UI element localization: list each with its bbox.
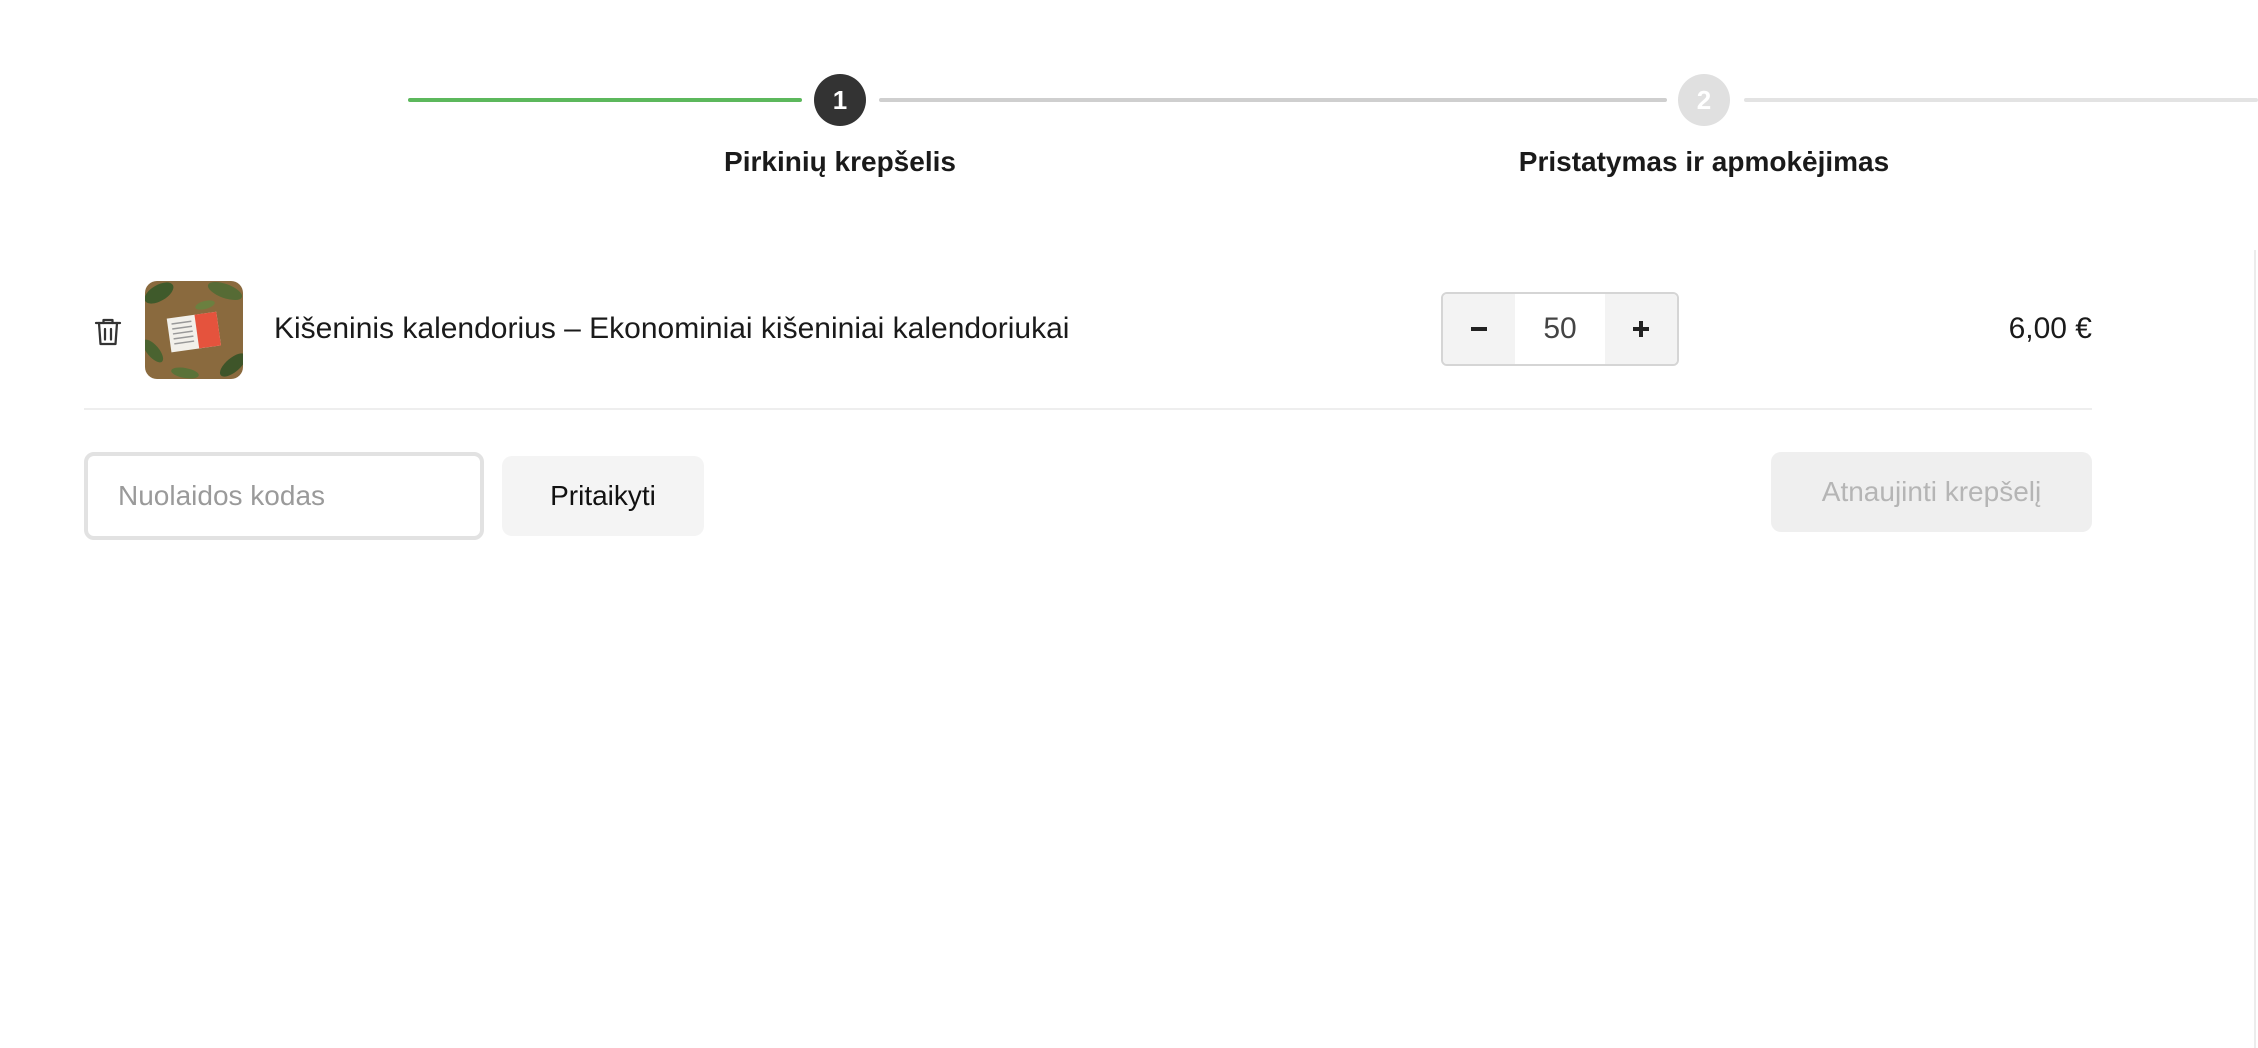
step-1-label[interactable]: Pirkinių krepšelis — [724, 146, 956, 178]
stepper-line-end — [1744, 98, 2258, 102]
product-thumbnail[interactable] — [145, 281, 243, 379]
step-1-circle[interactable]: 1 — [814, 74, 866, 126]
step-2-circle[interactable]: 2 — [1678, 74, 1730, 126]
step-2-label[interactable]: Pristatymas ir apmokėjimas — [1519, 146, 1889, 178]
minus-icon — [1471, 327, 1487, 331]
stepper-progress-line — [408, 98, 802, 102]
quantity-stepper — [1441, 292, 1679, 366]
stepper-line — [879, 98, 1667, 102]
product-name[interactable]: Kišeninis kalendorius – Ekonominiai kiše… — [274, 312, 1069, 346]
update-cart-button[interactable]: Atnaujinti krepšelį — [1771, 452, 2092, 532]
coupon-code-input[interactable] — [84, 452, 484, 540]
cart-page: 1 2 Pirkinių krepšelis Pristatymas ir ap… — [0, 0, 2258, 1048]
quantity-increase-button[interactable] — [1605, 294, 1677, 364]
sidebar-divider — [2254, 250, 2256, 1048]
quantity-input[interactable] — [1515, 294, 1605, 364]
item-price: 6,00 € — [2008, 312, 2092, 345]
quantity-decrease-button[interactable] — [1443, 294, 1515, 364]
trash-icon[interactable] — [90, 314, 126, 350]
cart-item-row: Kišeninis kalendorius – Ekonominiai kiše… — [84, 278, 2092, 410]
apply-coupon-button[interactable]: Pritaikyti — [502, 456, 704, 536]
plus-icon — [1633, 321, 1649, 337]
checkout-stepper: 1 2 Pirkinių krepšelis Pristatymas ir ap… — [0, 0, 2258, 200]
